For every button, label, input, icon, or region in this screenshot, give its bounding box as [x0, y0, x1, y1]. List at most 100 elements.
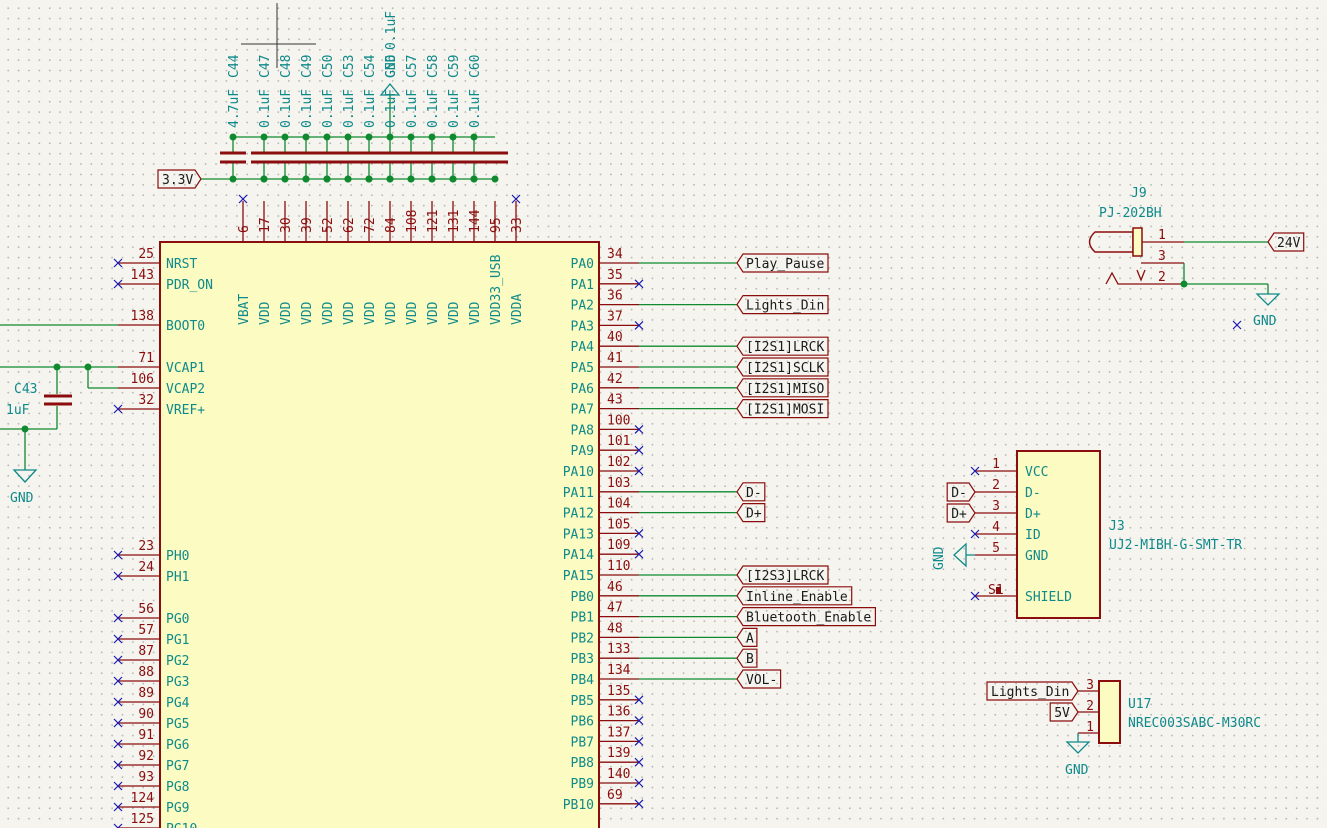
pin-number: 23 — [138, 539, 154, 554]
pin-number: 87 — [138, 644, 154, 659]
j9-gnd-symbol — [1255, 293, 1281, 306]
pin-name: PDR_ON — [166, 278, 213, 293]
j9-body — [1088, 231, 1134, 253]
j9-pin-number: 2 — [1158, 270, 1166, 285]
pin-name: PA2 — [571, 299, 594, 314]
cap-ref: C50 — [321, 55, 336, 78]
pin-name: VDD — [447, 301, 462, 325]
pin-number: 144 — [468, 209, 483, 233]
j3-usb-connector[interactable]: J3 UJ2-MIBH-G-SMT-TR 1 VCC 2 D- D- 3 D+ D+ 4 ID 5 GND… — [932, 450, 1242, 619]
pin-number: 131 — [447, 210, 462, 233]
c43-network[interactable]: C43 1uF GND — [0, 324, 118, 506]
mcu-body[interactable] — [159, 241, 600, 828]
pin-name: PA10 — [563, 465, 594, 480]
net-label-pa12: D+ — [746, 507, 762, 522]
cap-vdd-junction — [365, 175, 373, 183]
pin-number: 62 — [342, 217, 357, 233]
net-label-pb0: Inline_Enable — [746, 590, 848, 605]
pin-name: PB10 — [563, 798, 594, 813]
pin-number: 93 — [138, 770, 154, 785]
net-label-pa0: Play_Pause — [746, 257, 824, 272]
j9-barrel-jack[interactable]: J9 PJ-202BH 1 3 2 24V GND — [1088, 186, 1305, 330]
pin-name: PA12 — [563, 507, 594, 522]
pin-name: VDD33_USB — [489, 254, 504, 325]
decoupling-capacitor-bank[interactable]: GND0.1uF3.3VC444.7uFC470.1uFC480.1uFC490… — [157, 11, 508, 189]
pin-number: 104 — [607, 497, 631, 512]
pin-name: PA0 — [571, 257, 594, 272]
net-label-pa15: [I2S3]LRCK — [746, 569, 824, 584]
cap-vdd-junction — [302, 175, 310, 183]
pin-name: PB0 — [571, 590, 594, 605]
pin-number: 84 — [384, 217, 399, 233]
pin-name: PG1 — [166, 633, 189, 648]
pin-name: VREF+ — [166, 403, 205, 418]
cap-vdd-junction — [449, 175, 457, 183]
cap-gnd-junction — [449, 133, 457, 141]
pin-number: 36 — [607, 289, 623, 304]
net-label-pa2: Lights_Din — [746, 299, 824, 314]
pin-number: 69 — [607, 788, 623, 803]
pin-number: 100 — [607, 413, 630, 428]
pin-name: BOOT0 — [166, 319, 205, 334]
net-label-pa7: [I2S1]MOSI — [746, 403, 824, 418]
pin-number: 46 — [607, 580, 623, 595]
pin-name: PG9 — [166, 801, 189, 816]
pin-number: 47 — [607, 601, 623, 616]
pin-name: PB2 — [571, 631, 594, 646]
pin-name: PH1 — [166, 570, 189, 585]
cap-gnd-junction — [470, 133, 478, 141]
cap-vdd-junction — [428, 175, 436, 183]
pin-name: PG2 — [166, 654, 189, 669]
cap-vdd-junction — [323, 175, 331, 183]
pin-number: 6 — [237, 225, 252, 233]
pin-name: PG7 — [166, 759, 189, 774]
u17-pin-number: 1 — [1086, 720, 1094, 735]
j3-net-label-3: D+ — [951, 507, 967, 522]
pin-name: PA15 — [563, 569, 594, 584]
pin-number: 57 — [138, 623, 154, 638]
cap-value: 0.1uF — [363, 89, 378, 128]
pin-name: NRST — [166, 257, 197, 272]
j3-pin-number: 4 — [992, 520, 1000, 535]
pin-number: 140 — [607, 767, 630, 782]
c43-ref: C43 — [14, 382, 37, 397]
u17-part: NREC003SABC-M30RC — [1128, 716, 1261, 731]
cap-vdd-junction — [229, 175, 237, 183]
pin-number: 109 — [607, 538, 630, 553]
pin-number: 121 — [426, 210, 441, 233]
pin-number: 136 — [607, 705, 630, 720]
j9-switch-arrow — [1136, 269, 1146, 282]
pin-name: VDD — [321, 301, 336, 325]
c43-value: 1uF — [6, 403, 30, 418]
cap-value: 0.1uF — [384, 89, 399, 128]
c43-junction — [53, 363, 61, 371]
pin-name: PA7 — [571, 403, 594, 418]
j9-part: PJ-202BH — [1099, 206, 1162, 221]
pin-name: PB7 — [571, 735, 594, 750]
j3-gnd-symbol — [953, 542, 967, 568]
cap-value: 0.1uF — [321, 89, 336, 128]
pin-name: PB4 — [571, 673, 595, 688]
cap-ref: C59 — [447, 55, 462, 78]
pin-number: 24 — [138, 560, 154, 575]
cap-ref: C44 — [227, 54, 242, 78]
j3-net-label-2: D- — [951, 486, 967, 501]
schematic-canvas: 6VBAT17VDD30VDD39VDD52VDD62VDD72VDD84VDD… — [0, 3, 1305, 828]
u17-ref: U17 — [1128, 697, 1151, 712]
pin-name: PA4 — [571, 340, 595, 355]
net-label-pa5: [I2S1]SCLK — [746, 361, 824, 376]
cap-ref: C47 — [258, 55, 273, 78]
c43-gnd-junction — [21, 425, 29, 433]
pin-number: 33 — [510, 217, 525, 233]
pin-number: 106 — [131, 372, 154, 387]
pin-number: 52 — [321, 217, 336, 233]
pin-name: PA13 — [563, 527, 594, 542]
u17-connector[interactable]: U17 NREC003SABC-M30RC 3 2 1 Lights_Din 5V GND — [986, 678, 1261, 778]
pin-number: 110 — [607, 559, 630, 574]
pin-number: 32 — [138, 393, 154, 408]
pin-number: 43 — [607, 393, 623, 408]
power-3v3-label: 3.3V — [162, 173, 193, 188]
u17-gnd-symbol — [1065, 741, 1091, 754]
u17-5v-label: 5V — [1054, 706, 1070, 721]
pin-number: 103 — [607, 476, 630, 491]
